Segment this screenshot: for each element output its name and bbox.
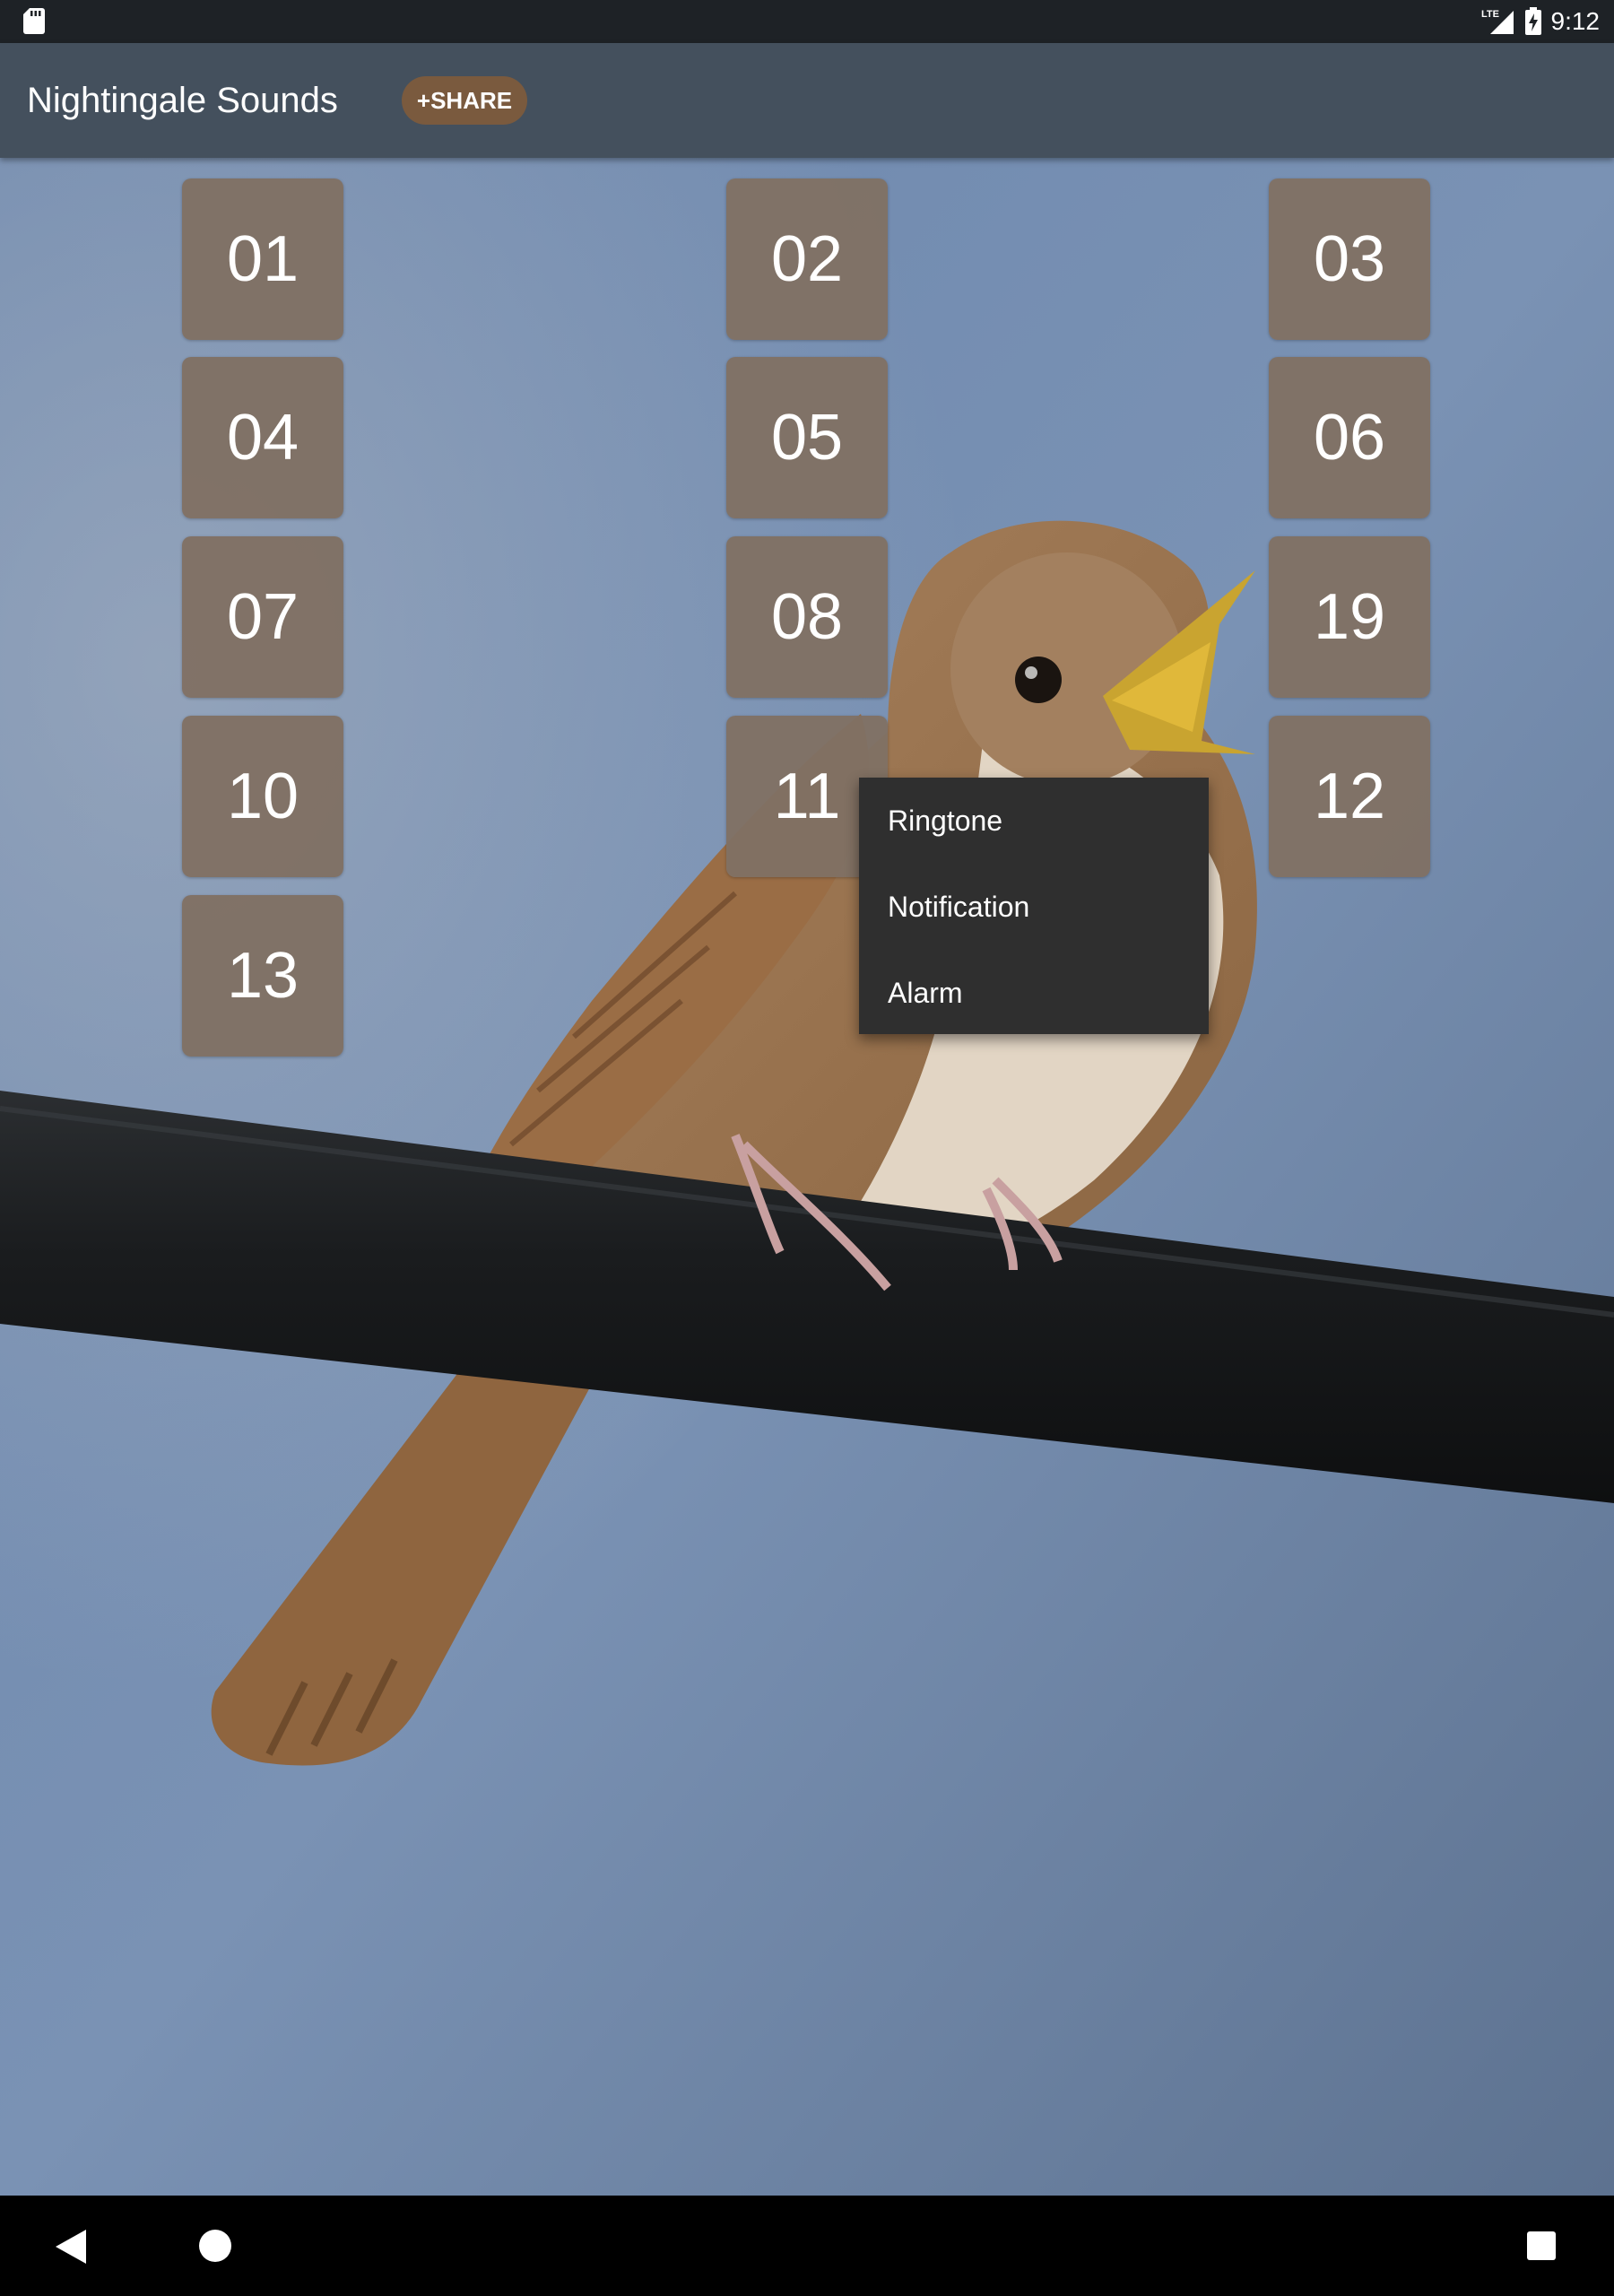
sound-button-02[interactable]: 02 [726, 178, 888, 340]
sound-button-04[interactable]: 04 [182, 357, 343, 518]
sd-card-icon [23, 8, 45, 34]
sound-button-06[interactable]: 06 [1269, 357, 1430, 518]
sound-button-10[interactable]: 10 [182, 716, 343, 877]
set-as-popup-menu: Ringtone Notification Alarm [859, 778, 1209, 1034]
sound-button-01[interactable]: 01 [182, 178, 343, 340]
sound-board: 01 02 03 04 05 06 07 08 19 10 11 12 13 [0, 158, 1614, 2196]
share-button[interactable]: +SHARE [402, 76, 527, 125]
menu-item-alarm[interactable]: Alarm [859, 950, 1209, 1036]
menu-item-ringtone[interactable]: Ringtone [859, 778, 1209, 864]
battery-charging-icon [1524, 7, 1541, 35]
app-title: Nightingale Sounds [27, 81, 338, 120]
lte-signal-icon: LTE [1481, 9, 1514, 34]
sound-button-03[interactable]: 03 [1269, 178, 1430, 340]
recents-icon[interactable] [1527, 2231, 1556, 2260]
home-icon[interactable] [199, 2230, 231, 2262]
app-bar: Nightingale Sounds +SHARE [0, 43, 1614, 158]
status-time: 9:12 [1550, 7, 1601, 35]
sound-button-12[interactable]: 12 [1269, 716, 1430, 877]
status-bar: LTE 9:12 [0, 0, 1614, 43]
back-icon[interactable] [56, 2230, 86, 2264]
sound-button-05[interactable]: 05 [726, 357, 888, 518]
navigation-bar [0, 2196, 1614, 2296]
sound-button-19[interactable]: 19 [1269, 536, 1430, 698]
sound-button-13[interactable]: 13 [182, 895, 343, 1057]
sound-button-08[interactable]: 08 [726, 536, 888, 698]
sound-button-07[interactable]: 07 [182, 536, 343, 698]
menu-item-notification[interactable]: Notification [859, 864, 1209, 950]
svg-text:LTE: LTE [1481, 9, 1499, 20]
